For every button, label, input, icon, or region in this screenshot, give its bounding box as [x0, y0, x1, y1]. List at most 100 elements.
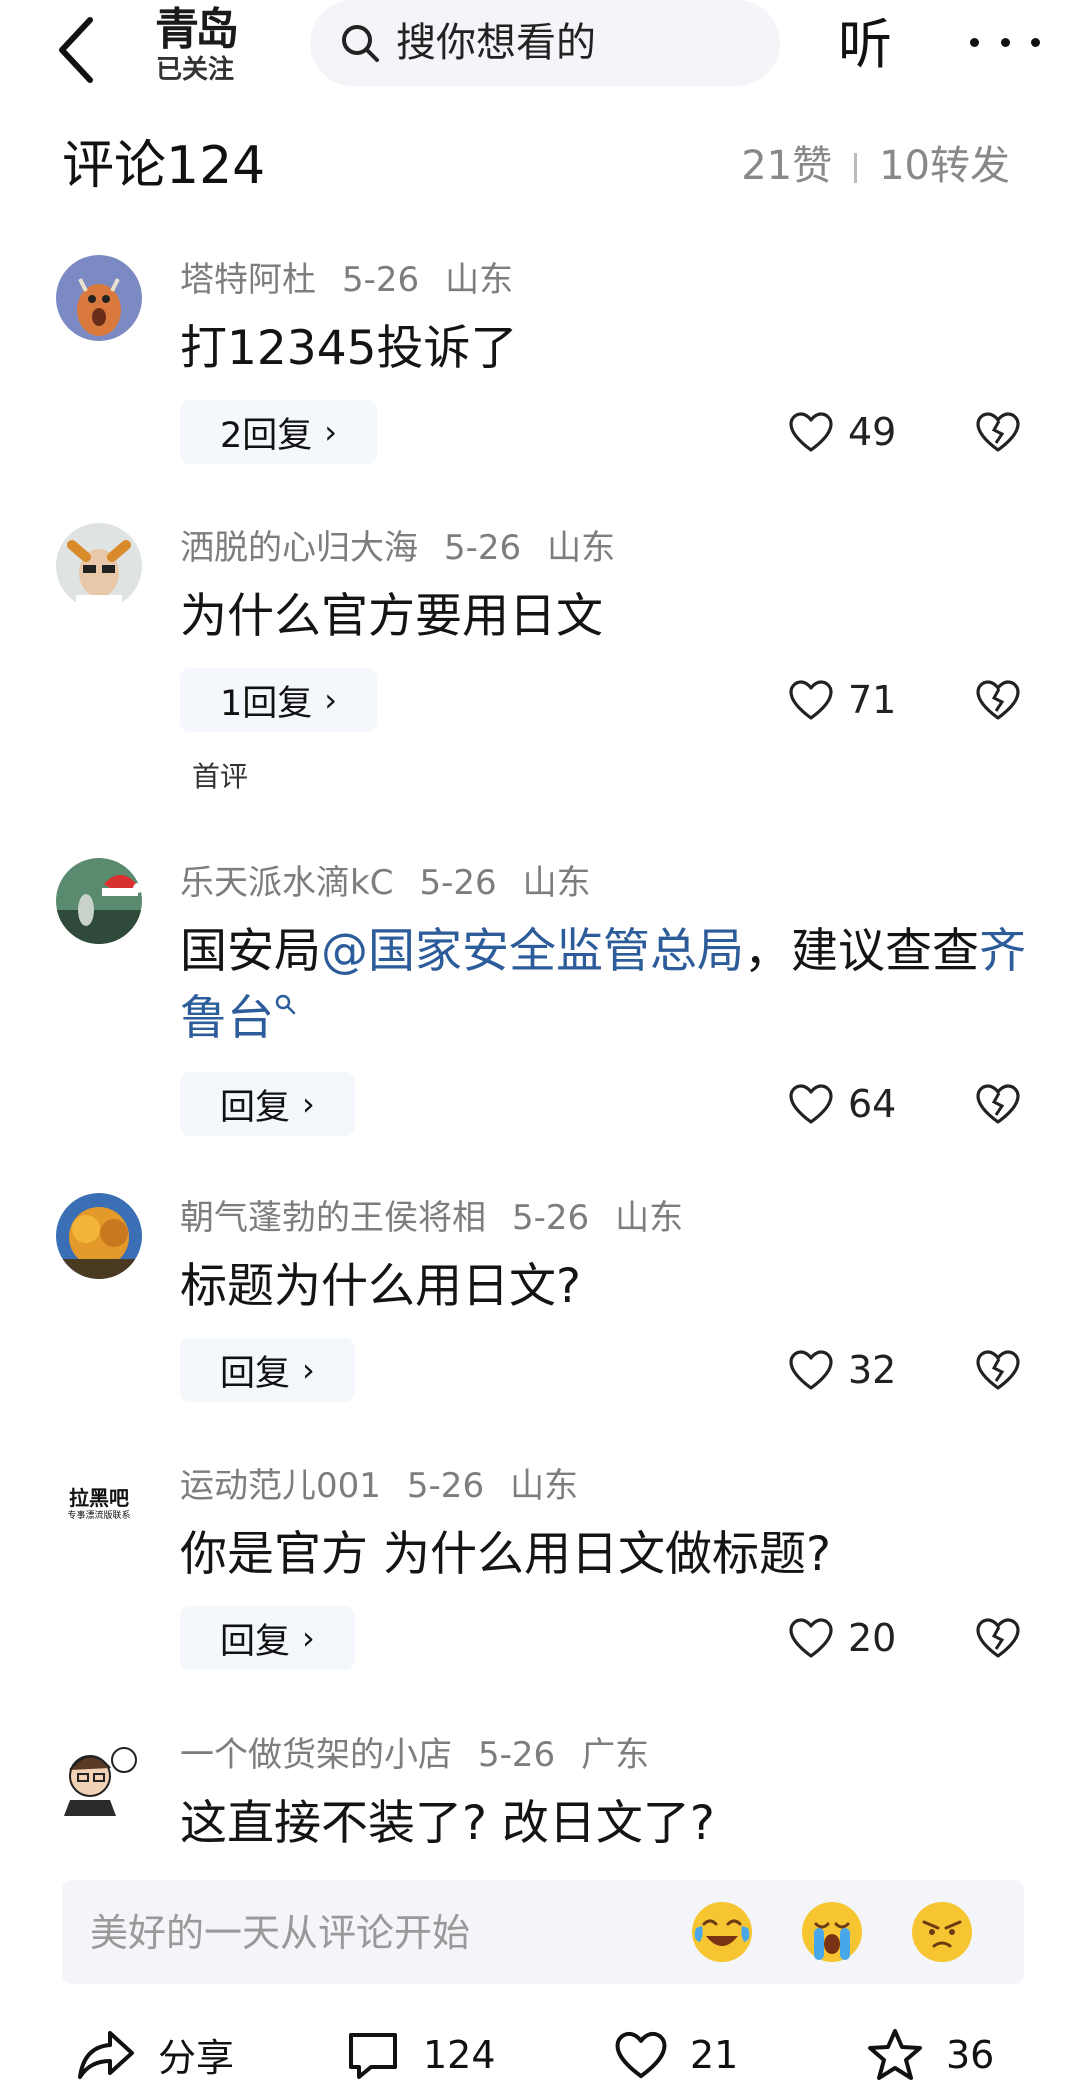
likes-count[interactable]: 21赞: [741, 143, 832, 189]
like-count: 21: [690, 2032, 739, 2077]
reply-button[interactable]: 回复 ›: [180, 1338, 355, 1402]
mention-link[interactable]: @国家安全监管总局: [321, 924, 744, 979]
reply-button[interactable]: 2回复 ›: [180, 400, 378, 464]
like-count: 64: [848, 1082, 897, 1126]
broken-heart-icon: [976, 412, 1020, 452]
like-post-button[interactable]: 21: [614, 2010, 738, 2099]
like-count: 32: [848, 1348, 897, 1392]
comment-text[interactable]: 标题为什么用日文?: [180, 1253, 1030, 1320]
more-icon[interactable]: [970, 12, 1040, 72]
chevron-left-icon: [59, 17, 93, 83]
reply-label: 1回复: [220, 683, 313, 724]
avatar[interactable]: [56, 1730, 142, 1816]
account-logo[interactable]: 青岛 已关注: [135, 6, 255, 96]
comment-location: 山东: [510, 1466, 579, 1506]
like-button[interactable]: 32: [788, 1338, 896, 1402]
avatar-text: 拉黑吧: [69, 1486, 129, 1510]
comment-location: 山东: [445, 260, 514, 300]
reply-label: 回复: [220, 1087, 291, 1128]
top-bar: 青岛 已关注 听: [0, 0, 1080, 120]
comments-title: 评论124: [62, 136, 266, 196]
username[interactable]: 洒脱的心归大海: [180, 528, 418, 568]
more-dot: [1031, 37, 1040, 47]
comment-meta: 朝气蓬勃的王侯将相 5-26 山东: [180, 1193, 709, 1243]
like-button[interactable]: 20: [788, 1606, 896, 1670]
comment-input[interactable]: [88, 1898, 652, 1968]
avatar[interactable]: [56, 523, 142, 609]
like-button[interactable]: 49: [788, 400, 896, 464]
username[interactable]: 一个做货架的小店: [180, 1735, 452, 1775]
comment-text[interactable]: 为什么官方要用日文: [180, 583, 1030, 650]
username[interactable]: 塔特阿杜: [180, 260, 316, 300]
comment-text: 国安局@国家安全监管总局，建议查查齐鲁台: [180, 918, 1030, 1052]
avatar[interactable]: [56, 255, 142, 341]
heart-icon: [789, 412, 833, 452]
bottom-action-bar: 分享 124 21 36: [0, 2010, 1080, 2099]
more-dot: [1000, 37, 1010, 47]
comment-text[interactable]: 打12345投诉了: [180, 315, 1030, 382]
comment-text[interactable]: 这直接不装了? 改日文了?: [180, 1790, 1030, 1857]
dislike-button[interactable]: [975, 1072, 1023, 1136]
avatar[interactable]: 拉黑吧 专事漂流版联系: [56, 1461, 142, 1547]
followed-label[interactable]: 已关注: [135, 54, 255, 86]
listen-button[interactable]: 听: [838, 10, 892, 80]
username[interactable]: 乐天派水滴kC: [180, 863, 393, 903]
comment-location: 山东: [522, 863, 591, 903]
broken-heart-icon: [976, 1618, 1020, 1658]
comment-date: 5-26: [444, 528, 522, 568]
reply-button[interactable]: 回复 ›: [180, 1606, 355, 1670]
dislike-button[interactable]: [975, 1338, 1023, 1402]
comment-text-prefix: 国安局: [180, 924, 321, 979]
favorite-button[interactable]: 36: [866, 2010, 994, 2099]
share-button[interactable]: 分享: [76, 2010, 234, 2099]
search-icon[interactable]: [274, 993, 296, 1015]
search-input[interactable]: [394, 19, 768, 67]
comment-input-bar[interactable]: [62, 1880, 1024, 1984]
comment-location: 山东: [615, 1198, 684, 1238]
like-count: 71: [848, 678, 897, 722]
comment-date: 5-26: [342, 260, 420, 300]
laughing-crying-emoji[interactable]: [690, 1900, 754, 1964]
reply-label: 回复: [220, 1353, 291, 1394]
annoyed-emoji[interactable]: [910, 1900, 974, 1964]
comment-location: 广东: [581, 1735, 650, 1775]
avatar[interactable]: [56, 1193, 142, 1279]
share-icon: [78, 2030, 134, 2079]
comment-meta: 洒脱的心归大海 5-26 山东: [180, 523, 641, 573]
comment-button[interactable]: 124: [345, 2010, 496, 2099]
dislike-button[interactable]: [975, 1606, 1023, 1670]
username[interactable]: 朝气蓬勃的王侯将相: [180, 1198, 486, 1238]
comment-count: 124: [423, 2032, 496, 2077]
comment-meta: 一个做货架的小店 5-26 广东: [180, 1730, 675, 1780]
dislike-button[interactable]: [975, 400, 1023, 464]
star-icon: [868, 2028, 922, 2080]
dislike-button[interactable]: [975, 668, 1023, 732]
comment-location: 山东: [547, 528, 616, 568]
like-count: 49: [848, 410, 897, 454]
divider: [854, 153, 858, 183]
back-button[interactable]: [50, 8, 110, 88]
comment-date: 5-26: [512, 1198, 590, 1238]
heart-icon: [789, 680, 833, 720]
crying-emoji[interactable]: [800, 1900, 864, 1964]
like-button[interactable]: 71: [788, 668, 896, 732]
logo-text: 青岛: [155, 4, 239, 55]
heart-icon: [789, 1618, 833, 1658]
comment-text[interactable]: 你是官方 为什么用日文做标题?: [180, 1521, 1030, 1588]
favorite-count: 36: [946, 2032, 995, 2077]
search-box[interactable]: [310, 0, 780, 86]
chevron-right-icon: ›: [302, 1085, 315, 1123]
search-icon: [342, 25, 379, 62]
like-button[interactable]: 64: [788, 1072, 896, 1136]
comment-date: 5-26: [406, 1466, 485, 1506]
reply-label: 回复: [220, 1621, 291, 1662]
comment-date: 5-26: [478, 1735, 556, 1775]
reply-button[interactable]: 1回复 ›: [180, 668, 378, 732]
avatar[interactable]: [56, 858, 142, 944]
username[interactable]: 运动范儿001: [180, 1466, 381, 1506]
chevron-right-icon: ›: [324, 681, 338, 719]
reply-button[interactable]: 回复 ›: [180, 1072, 355, 1136]
shares-count[interactable]: 10转发: [879, 143, 1010, 189]
chevron-right-icon: ›: [324, 413, 338, 451]
comment-meta: 乐天派水滴kC 5-26 山东: [180, 858, 617, 908]
